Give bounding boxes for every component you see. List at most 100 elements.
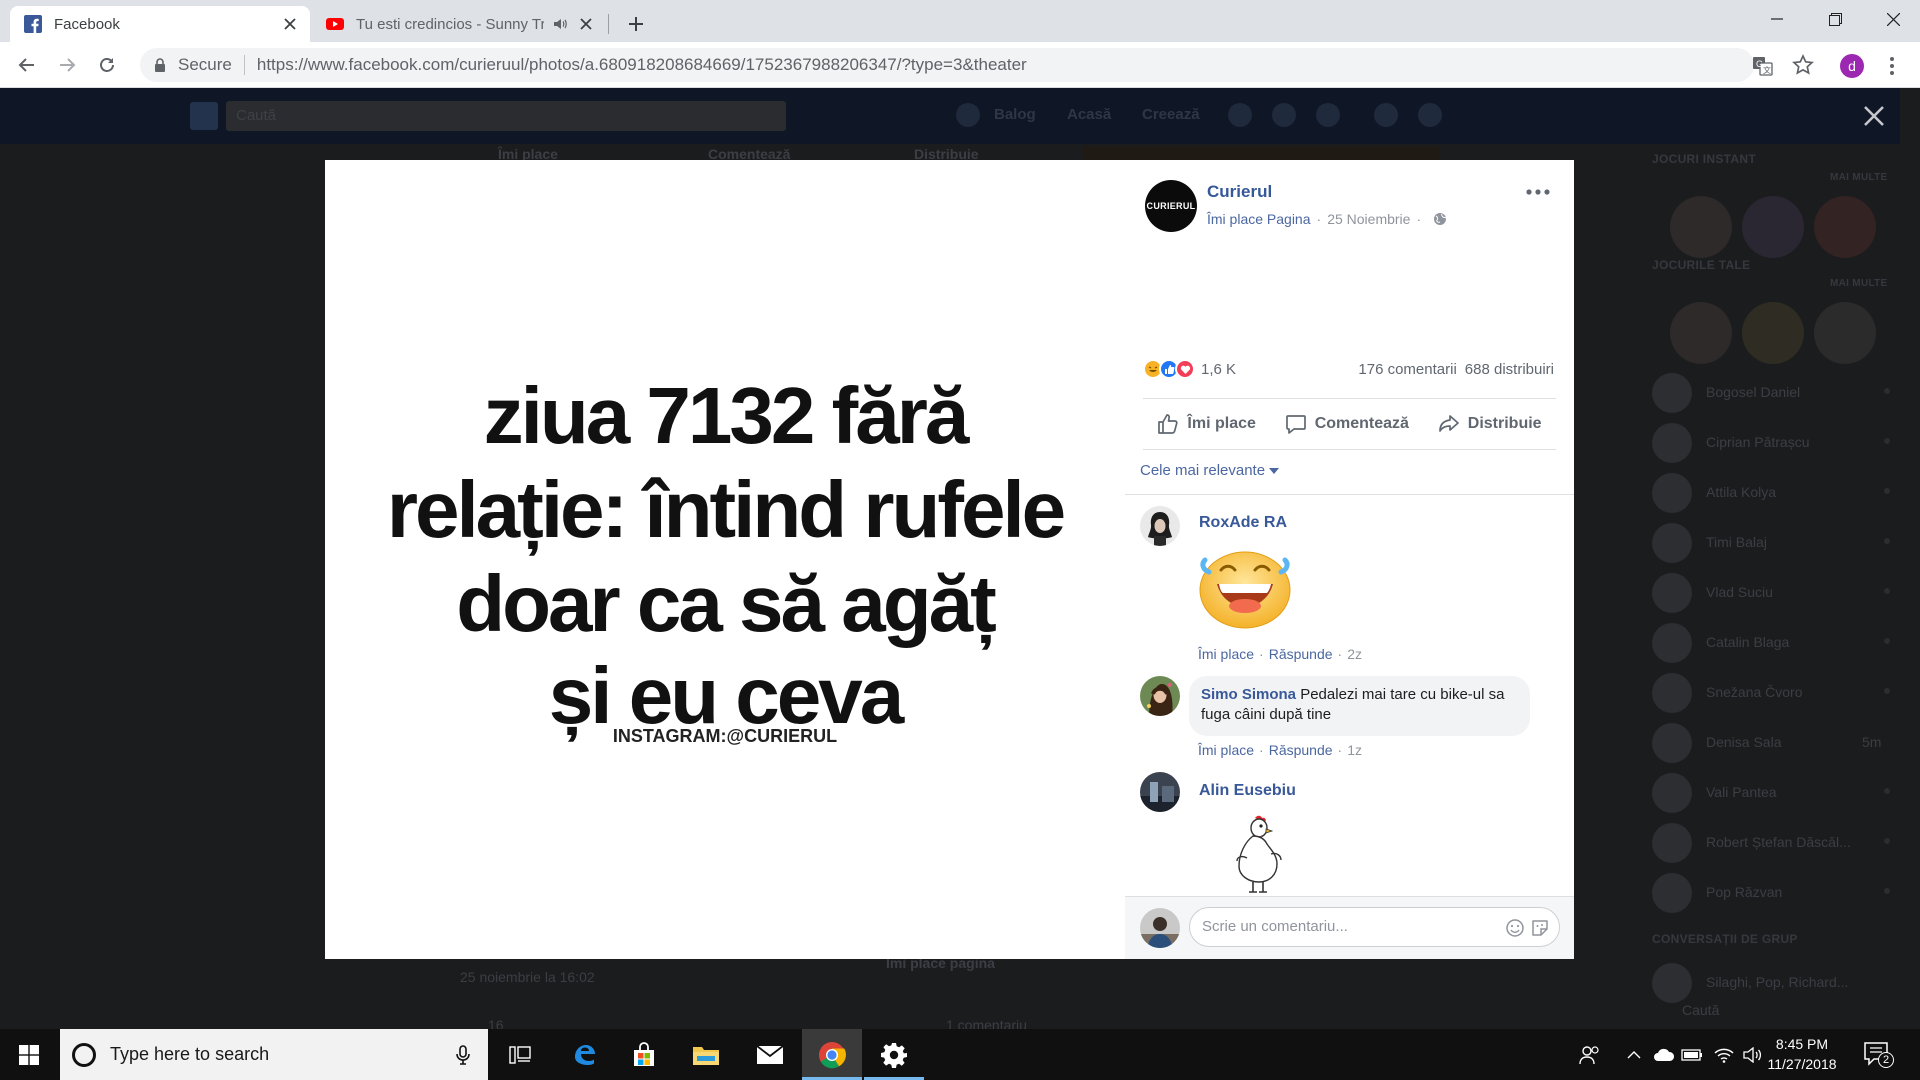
svg-text:G: G [1756,59,1763,69]
contact-row: Bogosel Daniel [1652,370,1892,413]
onedrive-button[interactable] [1652,1044,1676,1066]
close-theater-button[interactable] [1856,98,1892,134]
page-scrollbar[interactable] [1900,88,1920,1029]
comment-author[interactable]: RoxAde RA [1199,514,1287,532]
action-center-button[interactable]: 2 [1862,1040,1894,1070]
reactions-summary[interactable]: 1,6 K [1143,359,1236,379]
photo-image[interactable]: ziua 7132 fără relație: întind rufele do… [325,160,1125,959]
youtube-favicon-icon [326,18,344,30]
current-user-avatar[interactable] [1140,908,1180,948]
shares-count-link[interactable]: 688 distribuiri [1465,361,1554,378]
restore-button[interactable] [1806,0,1864,38]
close-window-button[interactable] [1864,0,1920,38]
file-explorer-button[interactable] [676,1029,736,1080]
post-date[interactable]: 25 Noiembrie [1327,211,1410,227]
tab-close-icon[interactable] [280,14,300,34]
sticker-icon[interactable] [1530,918,1550,938]
commenter-avatar[interactable] [1140,676,1180,716]
chrome-app-button[interactable] [802,1029,862,1080]
comment-sort-dropdown[interactable]: Cele mai relevante [1140,462,1280,479]
comment-age[interactable]: 2z [1347,646,1362,662]
user-avatar-icon [956,103,980,127]
profile-avatar[interactable]: d [1840,54,1864,78]
commenter-avatar[interactable] [1140,772,1180,812]
comment-like-link[interactable]: Îmi place [1198,742,1254,758]
commenter-avatar[interactable] [1140,506,1180,546]
tab-close-icon[interactable] [576,14,596,34]
cloud-icon [1654,1048,1675,1061]
speech-bubble-icon [1285,415,1306,434]
help-icon [1374,103,1398,127]
bookmark-button[interactable] [1792,54,1814,76]
chicken-sticker [1225,814,1289,896]
bg-reaction-count: 16 [488,1017,504,1029]
battery-button[interactable] [1680,1044,1704,1066]
restore-icon [1828,12,1842,26]
your-games-more: MAI MULTE [1830,278,1888,289]
mail-app-button[interactable] [740,1029,800,1080]
wifi-button[interactable] [1712,1044,1736,1066]
comment-button[interactable]: Comentează [1285,413,1409,435]
chrome-icon [819,1041,846,1068]
chat-search: Caută [1682,1002,1720,1018]
windows-logo-icon [19,1044,39,1065]
facebook-top-bar: Caută Balog Acasă Creează [0,88,1920,144]
edge-app-button[interactable] [554,1029,614,1080]
vertical-dots-icon [1890,57,1894,75]
nav-profile-name: Balog [994,106,1036,123]
comment-like-link[interactable]: Îmi place [1198,646,1254,662]
tab-youtube[interactable]: Tu esti credincios - Sunny Tra [312,6,606,42]
people-button[interactable] [1578,1044,1602,1066]
like-button[interactable]: Îmi place [1157,413,1256,435]
system-clock[interactable]: 8:45 PM 11/27/2018 [1757,1034,1847,1074]
like-page-link[interactable]: Îmi place Pagina [1207,211,1311,227]
comment-actions: Îmi place · Răspunde · 2z [1198,646,1362,662]
minimize-icon [1771,18,1783,20]
page-name-link[interactable]: Curierul [1207,182,1272,202]
comment-author[interactable]: Simo Simona [1201,686,1296,703]
taskbar-search-box[interactable] [60,1029,488,1080]
chevron-up-icon [1627,1051,1641,1059]
more-options-icon[interactable] [1525,186,1551,198]
emoji-icon[interactable] [1505,918,1525,938]
translate-button[interactable]: G文 [1752,55,1774,77]
address-bar[interactable]: Secure https://www.facebook.com/curieruu… [140,48,1754,82]
audio-playing-icon[interactable] [552,16,568,32]
comment-author[interactable]: Alin Eusebiu [1199,782,1296,800]
comment-age[interactable]: 1z [1347,742,1362,758]
sort-label: Cele mai relevante [1140,462,1266,479]
account-menu-icon [1418,103,1442,127]
store-app-button[interactable] [614,1029,674,1080]
comments-count-link[interactable]: 176 comentarii [1358,361,1456,378]
photo-theater: ziua 7132 fără relație: întind rufele do… [325,160,1574,959]
comment-reply-link[interactable]: Răspunde [1269,742,1333,758]
share-button[interactable]: Distribuie [1438,413,1542,435]
show-hidden-icons-button[interactable] [1622,1044,1646,1066]
task-view-button[interactable] [490,1029,550,1080]
minimize-button[interactable] [1748,0,1806,38]
meta-separator: · [1416,211,1422,227]
reload-button[interactable] [91,49,123,81]
start-button[interactable] [0,1029,58,1080]
page-avatar[interactable]: CURIERUL [1145,180,1197,232]
comment-reply-link[interactable]: Răspunde [1269,646,1333,662]
chrome-menu-button[interactable] [1882,52,1902,80]
settings-app-button[interactable] [864,1029,924,1080]
facebook-search-field: Caută [226,101,786,131]
post-side-panel: CURIERUL Curierul Îmi place Pagina · 25 … [1125,160,1574,959]
facebook-logo-icon [190,102,218,130]
microphone-icon[interactable] [452,1044,474,1066]
battery-icon [1681,1049,1702,1061]
friends-icon [1228,103,1252,127]
new-tab-button[interactable] [620,8,652,40]
forward-button[interactable] [51,49,83,81]
tab-facebook[interactable]: Facebook [10,6,310,42]
share-label: Distribuie [1467,415,1542,432]
taskbar-search-input[interactable] [110,1044,430,1065]
game-thumbnail [1742,196,1804,258]
contact-row: Catalin Blaga [1652,620,1892,663]
meta-separator: · [1316,211,1322,227]
notifications-icon [1316,103,1340,127]
back-button[interactable] [11,49,43,81]
comment-input[interactable] [1202,918,1492,935]
